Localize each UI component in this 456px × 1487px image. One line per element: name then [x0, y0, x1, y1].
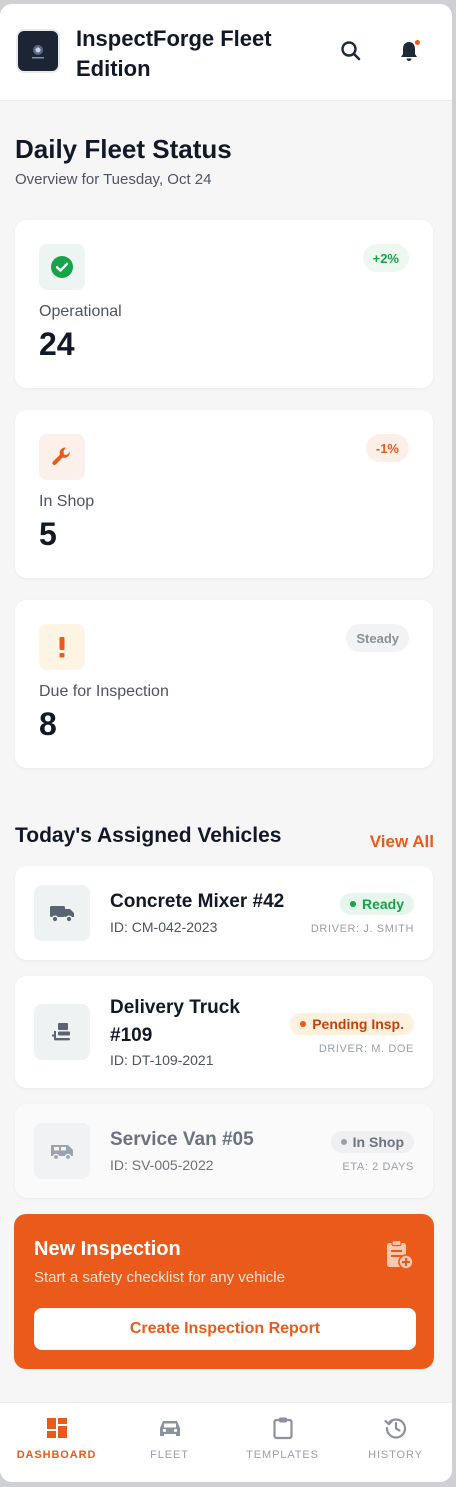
create-inspection-report-button[interactable]: Create Inspection Report — [34, 1308, 416, 1350]
app-header: InspectForge Fleet Edition — [0, 4, 452, 101]
nav-item-templates[interactable]: TEMPLATES — [226, 1403, 339, 1482]
vehicle-meta: DRIVER: M. DOE — [318, 1043, 414, 1055]
nav-label: FLEET — [150, 1449, 189, 1461]
nav-item-history[interactable]: HISTORY — [339, 1403, 452, 1482]
cta-subtitle: Start a safety checklist for any vehicle — [34, 1269, 285, 1286]
cta-title: New Inspection — [34, 1238, 181, 1260]
history-icon — [383, 1415, 409, 1441]
vehicle-id: ID: DT-109-2021 — [110, 1052, 214, 1068]
bottom-nav: DASHBOARD FLEET TEMPLATES HISTORY — [0, 1402, 452, 1482]
van-icon — [34, 1123, 90, 1179]
vehicle-meta: ETA: 2 DAYS — [342, 1161, 414, 1173]
status-badge: Ready — [339, 893, 414, 915]
vehicle-id: ID: SV-005-2022 — [110, 1157, 214, 1173]
stat-label: In Shop — [39, 493, 95, 510]
exclamation-icon — [39, 624, 85, 670]
trend-badge: +2% — [362, 244, 409, 272]
stat-value: 24 — [39, 326, 75, 362]
forklift-icon — [34, 1004, 90, 1060]
app-title: InspectForge Fleet Edition — [76, 26, 272, 81]
vehicle-meta: DRIVER: J. SMITH — [310, 923, 414, 935]
nav-label: HISTORY — [368, 1449, 423, 1461]
nav-label: TEMPLATES — [246, 1449, 319, 1461]
truck-icon — [34, 885, 90, 941]
app-screen: InspectForge Fleet Edition Daily Fleet S… — [0, 4, 452, 1482]
status-dot — [300, 1021, 307, 1027]
clipboard-add-icon — [382, 1238, 416, 1272]
stat-card-in-shop[interactable]: -1% In Shop 5 — [15, 410, 433, 578]
vehicles-title: Today's Assigned Vehicles — [15, 824, 282, 847]
stat-value: 8 — [39, 706, 57, 742]
clipboard-icon — [270, 1415, 296, 1441]
view-all-link[interactable]: View All — [370, 832, 434, 852]
stat-value: 5 — [39, 516, 57, 552]
status-badge: In Shop — [330, 1131, 414, 1153]
nav-item-dashboard[interactable]: DASHBOARD — [0, 1403, 113, 1482]
status-text: Ready — [361, 896, 404, 912]
vehicle-card-concrete-mixer[interactable]: Concrete Mixer #42 ID: CM-042-2023 Ready… — [15, 866, 433, 960]
vehicle-name: Delivery Truck #109 — [110, 997, 240, 1046]
status-text: Pending Insp. — [312, 1016, 404, 1032]
stat-label: Due for Inspection — [39, 683, 169, 700]
stat-label: Operational — [39, 303, 122, 320]
section-title: Daily Fleet Status — [15, 134, 232, 164]
status-badge: Pending Insp. — [290, 1013, 414, 1035]
bell-icon[interactable] — [396, 38, 422, 64]
trend-badge: Steady — [346, 624, 409, 652]
nav-item-fleet[interactable]: FLEET — [113, 1403, 226, 1482]
section-subtitle: Overview for Tuesday, Oct 24 — [15, 171, 212, 188]
dashboard-icon — [44, 1415, 70, 1441]
car-icon — [157, 1415, 183, 1441]
status-dot — [349, 901, 356, 907]
vehicle-card-delivery-truck[interactable]: Delivery Truck #109 ID: DT-109-2021 Pend… — [15, 976, 433, 1088]
check-circle-icon — [39, 244, 85, 290]
vehicle-name: Concrete Mixer #42 — [110, 891, 285, 912]
stat-card-operational[interactable]: +2% Operational 24 — [15, 220, 433, 388]
notification-dot — [415, 40, 420, 45]
stat-card-due-inspection[interactable]: Steady Due for Inspection 8 — [15, 600, 433, 768]
wrench-icon — [39, 434, 85, 480]
new-inspection-card: New Inspection Start a safety checklist … — [14, 1214, 434, 1369]
trend-badge: -1% — [365, 434, 409, 462]
search-icon[interactable] — [338, 38, 364, 64]
status-text: In Shop — [352, 1134, 404, 1150]
company-logo — [16, 29, 60, 73]
vehicle-name: Service Van #05 — [110, 1129, 254, 1150]
vehicle-id: ID: CM-042-2023 — [110, 919, 218, 935]
status-dot — [340, 1139, 347, 1145]
nav-label: DASHBOARD — [16, 1449, 97, 1461]
vehicle-card-service-van[interactable]: Service Van #05 ID: SV-005-2022 In Shop … — [15, 1104, 433, 1198]
